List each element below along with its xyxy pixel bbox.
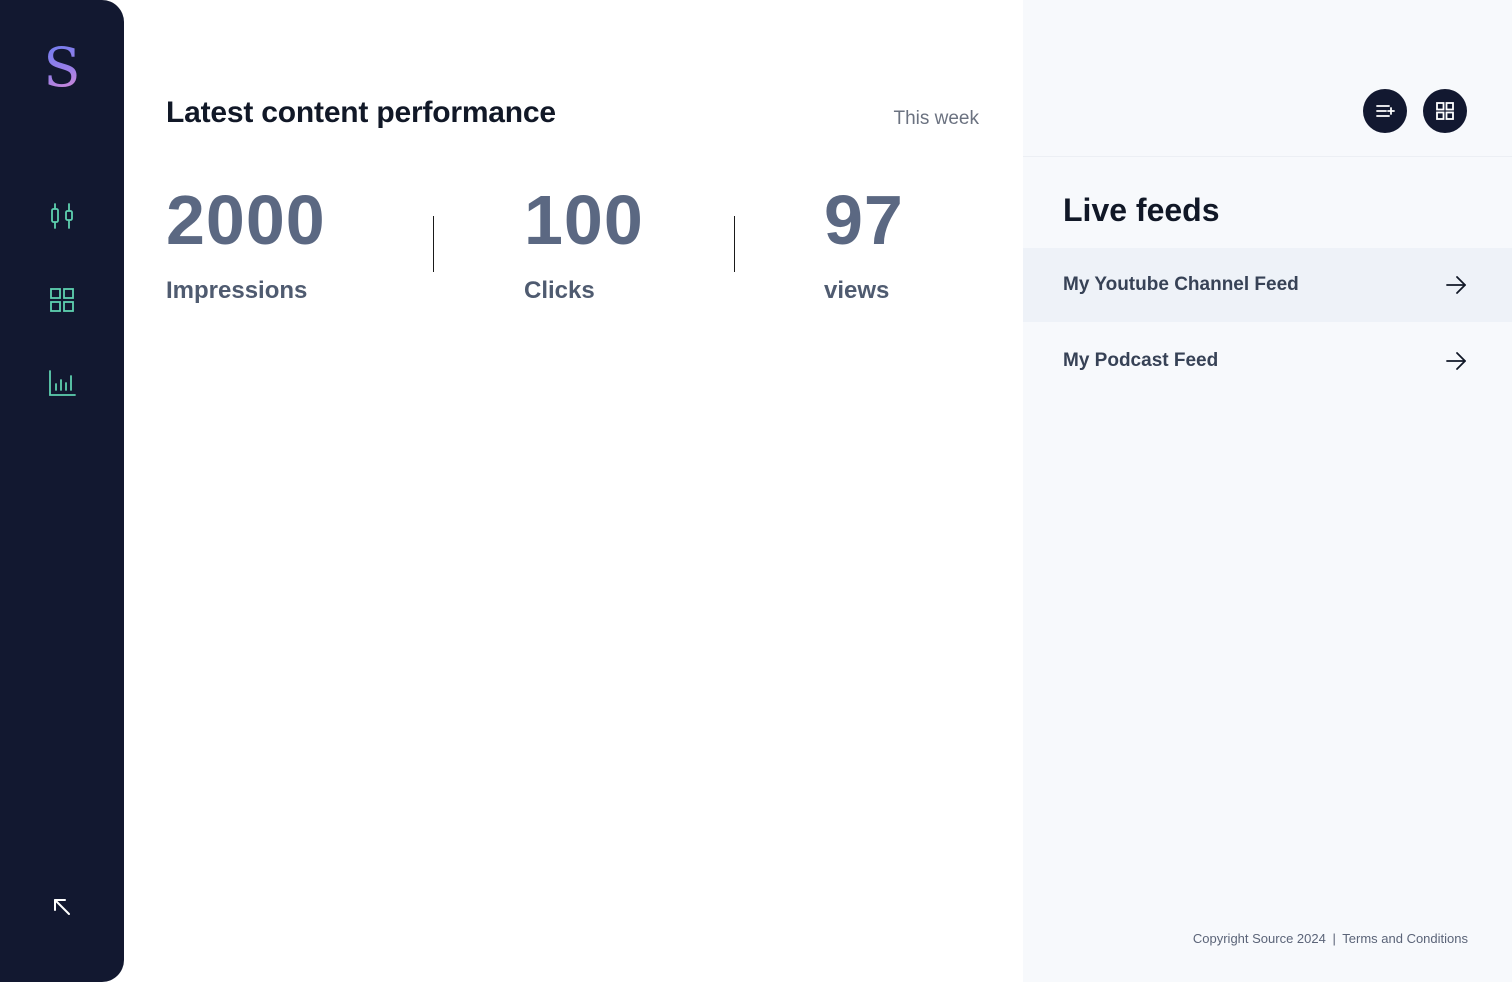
- stat-impressions: 2000 Impressions: [166, 180, 326, 305]
- logo[interactable]: S: [0, 36, 124, 100]
- feed-item-youtube[interactable]: My Youtube Channel Feed: [1023, 248, 1512, 322]
- terms-link[interactable]: Terms and Conditions: [1342, 931, 1468, 946]
- grid-view-button[interactable]: [1423, 89, 1467, 133]
- stat-divider: [433, 216, 434, 272]
- feed-item-podcast[interactable]: My Podcast Feed: [1023, 324, 1512, 398]
- period-selector[interactable]: This week: [893, 108, 979, 130]
- grid-icon: [1436, 102, 1454, 120]
- stat-label: Impressions: [166, 277, 308, 304]
- bar-chart-icon: [49, 370, 76, 396]
- candlestick-icon: [51, 203, 73, 229]
- add-list-icon: [1376, 105, 1395, 117]
- feed-label: My Youtube Channel Feed: [1063, 274, 1299, 295]
- right-panel-header: [1023, 0, 1512, 157]
- arrow-right-icon: [1446, 352, 1466, 370]
- main-content: Latest content performance This week 200…: [124, 0, 1023, 982]
- stat-label: Clicks: [524, 277, 595, 304]
- sidebar-item-dashboard[interactable]: [44, 282, 80, 318]
- stat-clicks: 100 Clicks: [524, 180, 644, 305]
- sidebar-item-analytics[interactable]: [44, 365, 80, 401]
- arrow-up-left-icon: [54, 899, 70, 915]
- stat-views: 97 views: [824, 180, 904, 305]
- footer: Copyright Source 2024 | Terms and Condit…: [1193, 931, 1468, 946]
- stat-label: views: [824, 277, 890, 304]
- arrow-right-icon: [1446, 276, 1466, 294]
- sidebar-item-trading[interactable]: [44, 198, 80, 234]
- grid-icon: [50, 288, 74, 312]
- stat-value: 100: [524, 181, 644, 259]
- live-feeds-title: Live feeds: [1063, 192, 1220, 228]
- footer-separator: |: [1332, 931, 1336, 946]
- stat-divider: [734, 216, 735, 272]
- sidebar: S: [0, 0, 124, 982]
- collapse-sidebar-button[interactable]: [48, 893, 76, 921]
- stat-value: 2000: [166, 181, 326, 259]
- logo-letter: S: [43, 36, 81, 99]
- page-title: Latest content performance: [166, 96, 556, 129]
- right-panel: Live feeds My Youtube Channel Feed My Po…: [1023, 0, 1512, 982]
- stat-value: 97: [824, 181, 904, 259]
- copyright-text: Copyright Source 2024: [1192, 931, 1326, 946]
- app-root: S Latest content performance This week 2…: [0, 0, 1512, 982]
- add-feed-button[interactable]: [1363, 89, 1407, 133]
- feed-label: My Podcast Feed: [1063, 350, 1219, 371]
